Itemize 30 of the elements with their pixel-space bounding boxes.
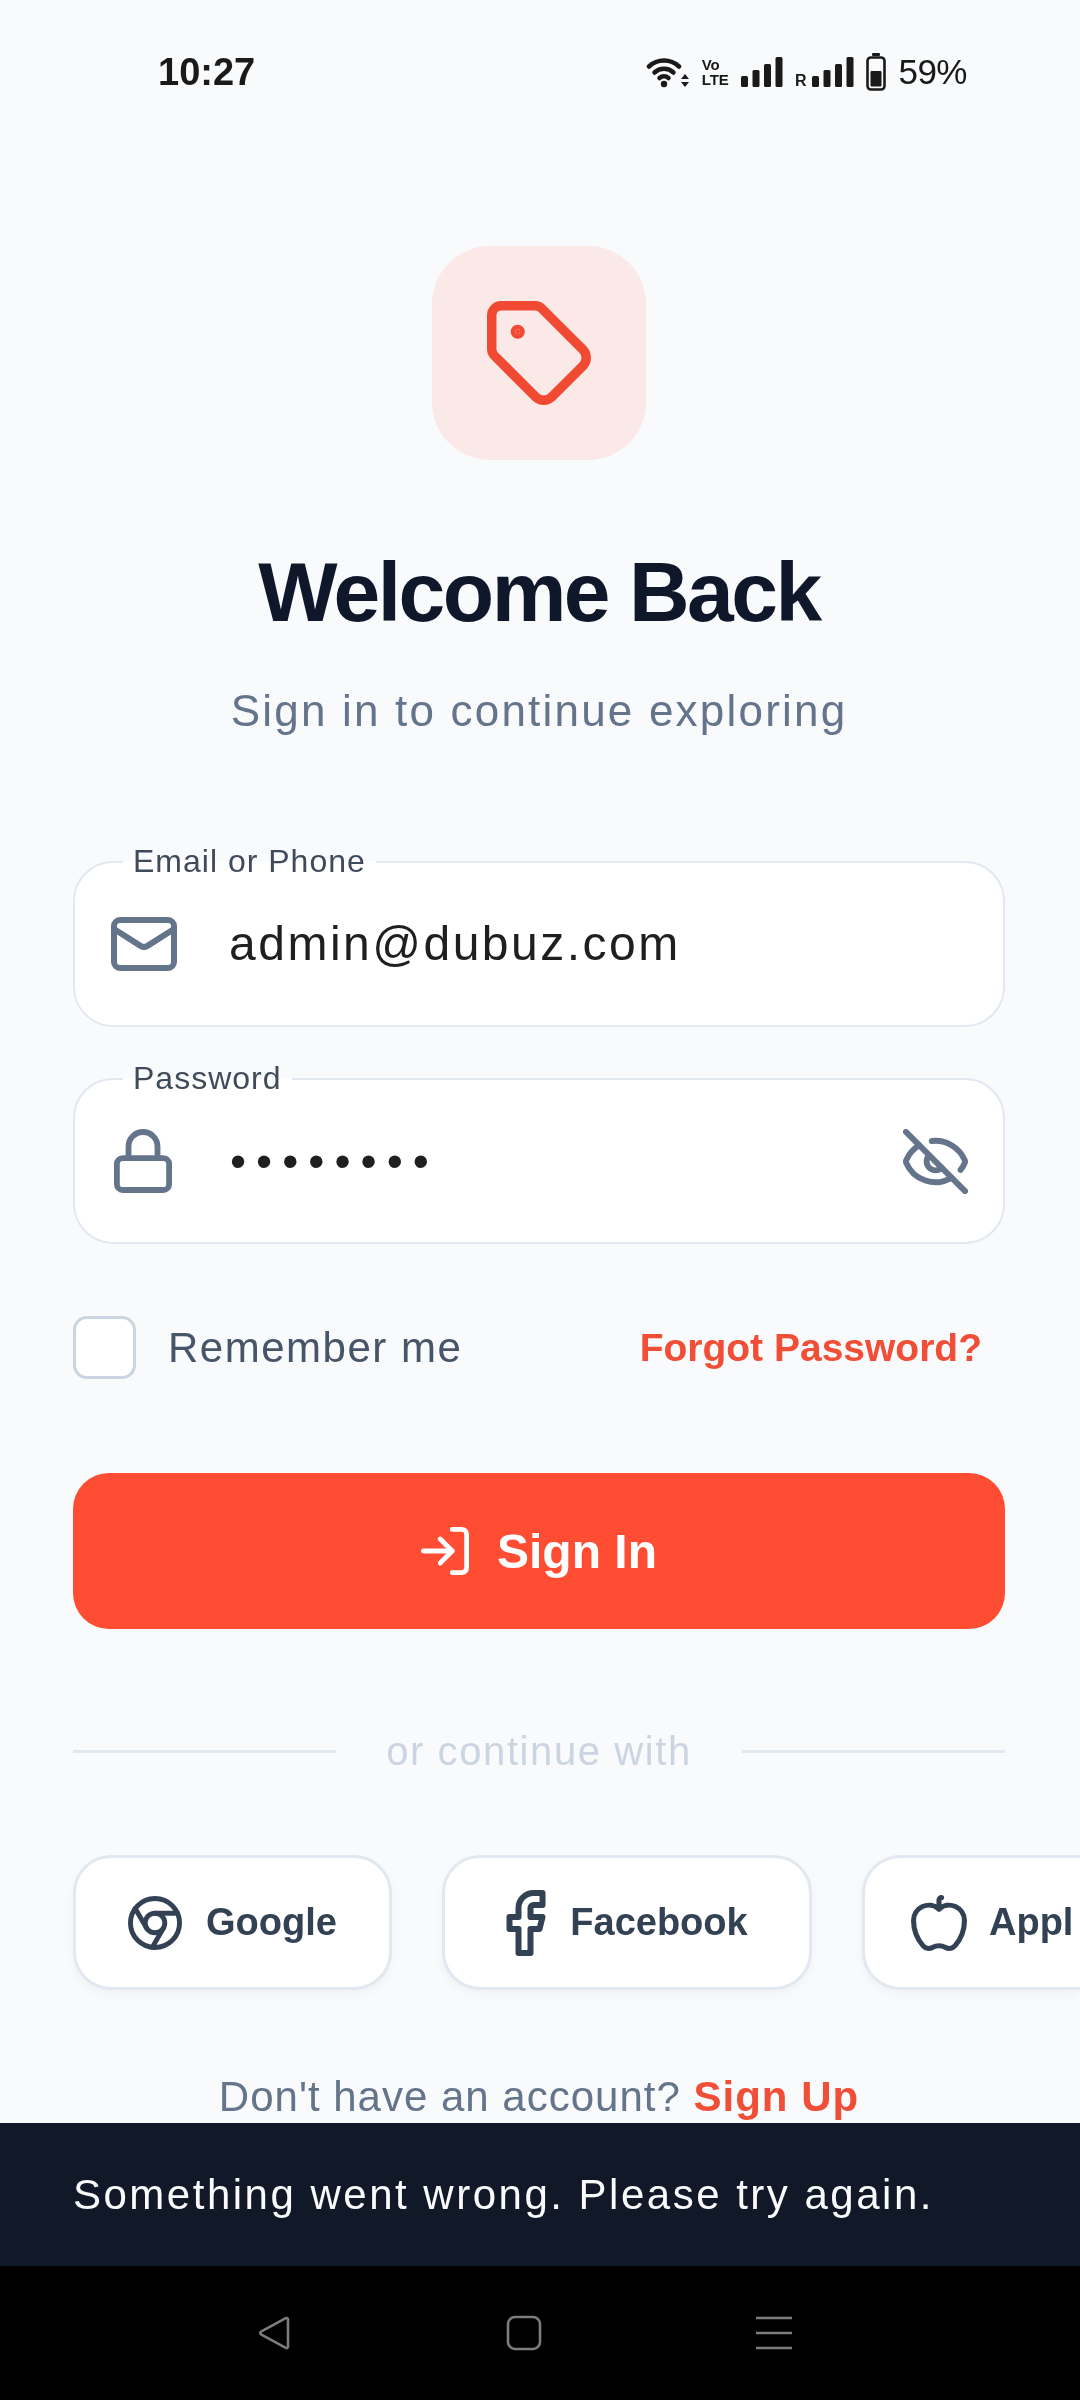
apple-sign-in-button[interactable]: Appl xyxy=(862,1855,1080,1990)
password-field[interactable]: Password •••••••• xyxy=(73,1062,1005,1244)
battery-icon xyxy=(866,53,887,91)
chrome-icon xyxy=(128,1895,183,1950)
signal-icon xyxy=(812,57,855,87)
envelope-icon xyxy=(111,917,177,971)
roaming-label: R xyxy=(794,73,807,89)
battery-percent: 59% xyxy=(898,52,967,92)
welcome-subtitle: Sign in to continue exploring xyxy=(230,689,848,733)
eye-slash-icon[interactable] xyxy=(903,1128,968,1194)
status-time: 10:27 xyxy=(158,50,256,94)
menu-icon[interactable] xyxy=(755,2315,793,2351)
welcome-title: Welcome Back xyxy=(258,550,820,634)
apple-icon xyxy=(911,1893,967,1952)
network-type-label: Vo LTE xyxy=(701,57,729,87)
facebook-sign-in-button[interactable]: Facebook xyxy=(442,1855,812,1990)
remember-checkbox[interactable] xyxy=(73,1316,136,1379)
back-icon[interactable] xyxy=(256,2315,292,2351)
facebook-icon xyxy=(506,1889,547,1956)
sign-up-prompt: Don't have an account? Sign Up xyxy=(218,2076,860,2118)
snackbar-message: Something went wrong. Please try again. xyxy=(73,2170,934,2219)
tag-icon xyxy=(432,246,646,460)
signal-icon xyxy=(740,57,783,87)
login-icon xyxy=(421,1527,469,1575)
wifi-icon xyxy=(645,55,690,89)
remember-me-label: Remember me xyxy=(168,1323,463,1372)
home-icon[interactable] xyxy=(506,2315,542,2351)
lock-icon xyxy=(114,1129,172,1193)
google-sign-in-button[interactable]: Google xyxy=(73,1855,392,1990)
email-field[interactable]: Email or Phone admin@dubuz.com xyxy=(73,845,1005,1027)
